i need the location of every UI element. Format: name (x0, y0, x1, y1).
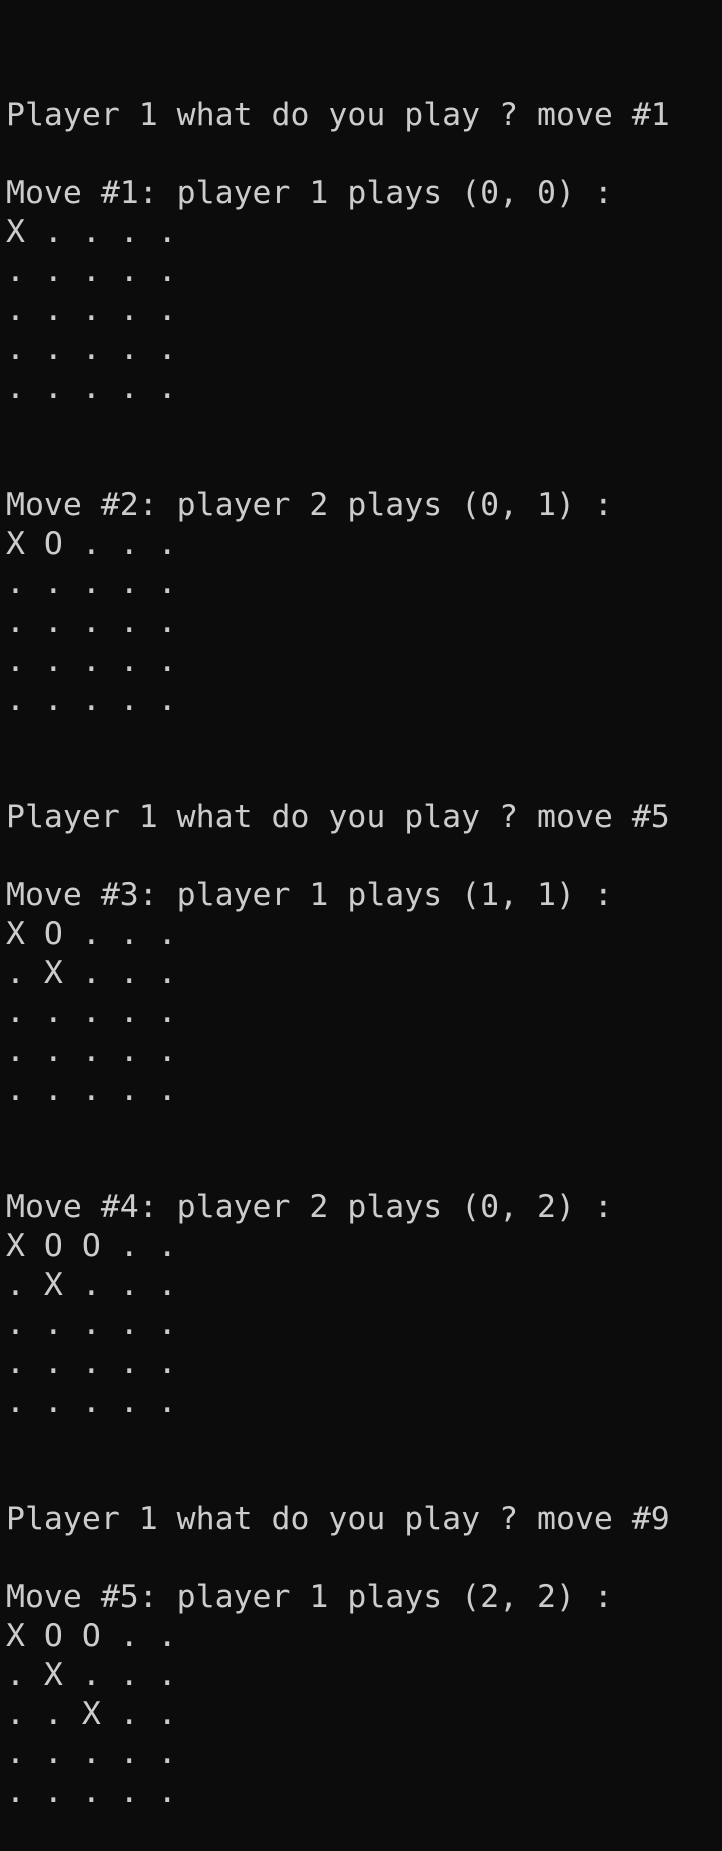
board-row-line: X O O . . (6, 1618, 177, 1654)
move-header-line: Move #4: player 2 plays (0, 2) : (6, 1189, 613, 1225)
board-row-line: X O . . . (6, 916, 177, 952)
board-row-line: . . . . . (6, 604, 177, 640)
board-row-line: . . . . . (6, 1384, 177, 1420)
board-row-line: . . . . . (6, 994, 177, 1030)
board-row-line: . . X . . (6, 1696, 177, 1732)
board-row-line: . . . . . (6, 565, 177, 601)
board-row-line: . X . . . (6, 1657, 177, 1693)
board-row-line: . . . . . (6, 370, 177, 406)
board-row-line: . . . . . (6, 1306, 177, 1342)
move-header-line: Move #1: player 1 plays (0, 0) : (6, 175, 613, 211)
board-row-line: . . . . . (6, 1735, 177, 1771)
terminal-output: Player 1 what do you play ? move #1 Move … (6, 96, 722, 1812)
move-header-line: Move #3: player 1 plays (1, 1) : (6, 877, 613, 913)
board-row-line: . X . . . (6, 955, 177, 991)
prompt-line: Player 1 what do you play ? move #5 (6, 799, 670, 835)
move-header-line: Move #2: player 2 plays (0, 1) : (6, 487, 613, 523)
move-header-line: Move #5: player 1 plays (2, 2) : (6, 1579, 613, 1615)
prompt-line: Player 1 what do you play ? move #9 (6, 1501, 670, 1537)
board-row-line: . . . . . (6, 1072, 177, 1108)
board-row-line: . . . . . (6, 682, 177, 718)
board-row-line: X O . . . (6, 526, 177, 562)
board-row-line: . . . . . (6, 331, 177, 367)
board-row-line: . . . . . (6, 253, 177, 289)
board-row-line: . . . . . (6, 292, 177, 328)
board-row-line: . . . . . (6, 1345, 177, 1381)
board-row-line: X . . . . (6, 214, 177, 250)
board-row-line: . . . . . (6, 643, 177, 679)
prompt-line: Player 1 what do you play ? move #1 (6, 97, 670, 133)
board-row-line: . . . . . (6, 1774, 177, 1810)
board-row-line: . . . . . (6, 1033, 177, 1069)
terminal-window[interactable]: Player 1 what do you play ? move #1 Move … (0, 0, 722, 1810)
board-row-line: X O O . . (6, 1228, 177, 1264)
board-row-line: . X . . . (6, 1267, 177, 1303)
